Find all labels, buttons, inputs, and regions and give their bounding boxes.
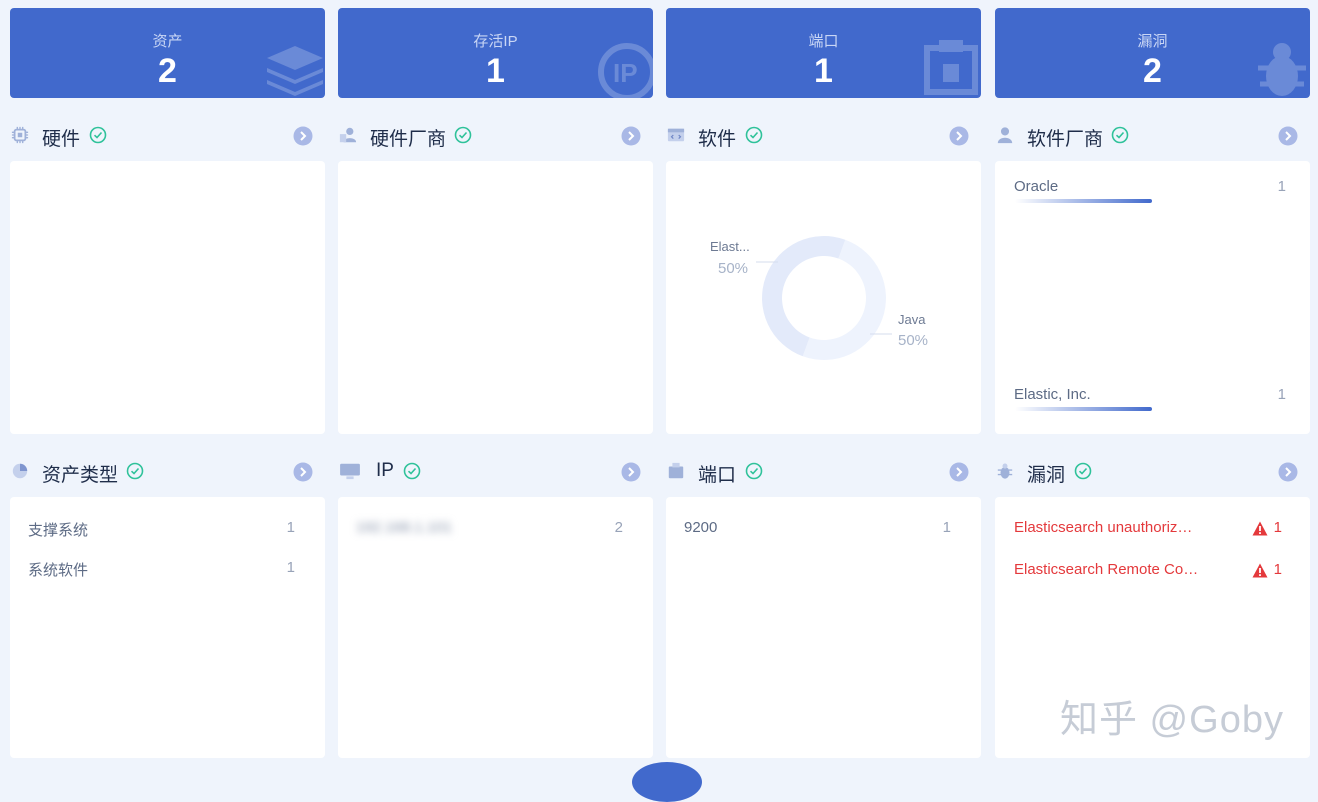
vendor-bar [1015,407,1152,411]
check-circle-icon [454,126,472,144]
section-header-hardware-vendor: 硬件厂商 [338,120,653,150]
list-item[interactable]: 192.168.1.101 2 [356,519,623,541]
list-item[interactable]: 系统软件 1 [28,559,295,581]
list-item-name: Elasticsearch Remote Code Execution [1014,561,1199,578]
list-item-name: 支撑系统 [28,522,89,539]
port-panel: 9200 1 [666,497,981,758]
section-title: 端口 [698,465,737,486]
list-item-count: 1 [1273,561,1282,578]
list-item-count: 2 [614,519,623,536]
list-item[interactable]: Elastic, Inc. 1 [1014,386,1286,408]
section-header-ip: IP [338,456,653,486]
list-item-name: Elasticsearch unauthorized access [1014,519,1199,536]
pie-slice[interactable] [802,239,886,360]
stat-card-assets[interactable]: 资产 2 [10,8,325,98]
hardware-panel [10,161,325,434]
pie-slice[interactable] [762,236,846,357]
section-header-vuln: 漏洞 [995,456,1310,486]
arrow-right-icon[interactable] [949,126,969,146]
software-panel: Elast... 50% Java 50% [666,161,981,434]
user-icon [997,127,1013,144]
check-circle-icon [745,462,763,480]
list-item-name: 192.168.1.101 [356,519,452,536]
pie-icon [12,463,28,479]
arrow-right-icon[interactable] [293,126,313,146]
software-vendor-panel: Oracle 1 Elastic, Inc. 1 [995,161,1310,434]
port-icon [924,40,978,95]
section-header-port: 端口 [666,456,981,486]
list-item-count: 1 [286,519,295,536]
ip-icon: IP [598,43,653,98]
arrow-right-icon[interactable] [621,126,641,146]
hardware-vendor-panel [338,161,653,434]
code-window-icon [667,128,685,142]
list-item[interactable]: 9200 1 [684,519,951,541]
warning-icon [1252,563,1268,578]
section-header-software: 软件 [666,120,981,150]
list-item-name: 9200 [684,519,718,536]
vendor-icon [339,127,357,143]
section-title: IP [376,460,394,481]
pie-label-elastic: Elast... [710,239,750,254]
section-title: 硬件 [42,129,81,150]
section-title: 资产类型 [42,465,119,486]
list-item-name: Elastic, Inc. [1014,386,1091,403]
section-title: 漏洞 [1027,465,1066,486]
list-item-count: 1 [1277,178,1286,195]
stat-card-vulns[interactable]: 漏洞 2 [995,8,1310,98]
bug-icon [1258,43,1306,96]
stat-card-alive-ip[interactable]: 存活IP 1 IP [338,8,653,98]
list-item-count: 1 [942,519,951,536]
check-circle-icon [89,126,107,144]
arrow-right-icon[interactable] [293,462,313,482]
list-item-name: Oracle [1014,178,1059,195]
port-icon [668,462,684,479]
section-header-asset-type: 资产类型 [10,456,325,486]
list-item-count: 1 [286,559,295,576]
asset-type-panel: 支撑系统 1 系统软件 1 [10,497,325,758]
section-header-software-vendor: 软件厂商 [995,120,1310,150]
chip-icon [11,126,29,144]
monitor-icon [340,463,360,480]
check-circle-icon [403,462,421,480]
list-item-count: 1 [1277,386,1286,403]
software-donut-chart [756,236,892,360]
section-header-hardware: 硬件 [10,120,325,150]
warning-icon [1252,521,1268,536]
stat-card-ports[interactable]: 端口 1 [666,8,981,98]
section-title: 软件厂商 [1027,129,1104,150]
pie-label-java: Java [898,312,926,327]
bug-icon [997,463,1013,479]
list-item-count: 1 [1273,519,1282,536]
bottom-scroll-button[interactable] [632,762,702,802]
vendor-bar [1015,199,1152,203]
check-circle-icon [1111,126,1129,144]
list-item-name: 系统软件 [28,562,89,579]
list-item[interactable]: Elasticsearch unauthorized access 1 [1014,519,1282,541]
check-circle-icon [1074,462,1092,480]
check-circle-icon [745,126,763,144]
ip-panel: 192.168.1.101 2 [338,497,653,758]
list-item[interactable]: Elasticsearch Remote Code Execution 1 [1014,561,1282,583]
check-circle-icon [126,462,144,480]
layers-icon [267,46,323,96]
arrow-right-icon[interactable] [949,462,969,482]
watermark: 知乎 @Goby [1060,699,1284,741]
section-title: 硬件厂商 [370,129,447,150]
arrow-right-icon[interactable] [621,462,641,482]
list-item[interactable]: 支撑系统 1 [28,519,295,541]
list-item[interactable]: Oracle 1 [1014,178,1286,200]
section-title: 软件 [698,129,737,150]
arrow-right-icon[interactable] [1278,126,1298,146]
arrow-right-icon[interactable] [1278,462,1298,482]
pie-percent-java: 50% [898,332,929,349]
pie-percent-elastic: 50% [718,260,749,277]
svg-text:IP: IP [613,58,638,88]
